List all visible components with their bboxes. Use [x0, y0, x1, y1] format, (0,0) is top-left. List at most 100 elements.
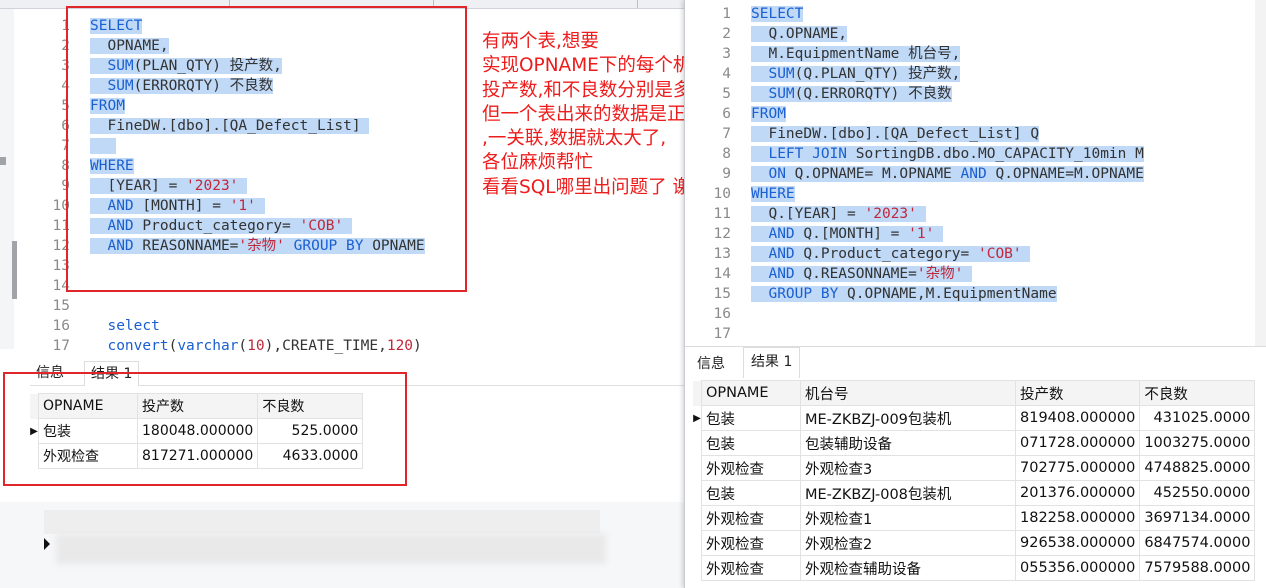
code-token: AND [751, 266, 795, 282]
code-token: FROM [751, 106, 786, 122]
line-number: 3 [722, 46, 731, 62]
editor-tab-3[interactable] [437, 0, 638, 8]
column-header[interactable]: 不良数 [1139, 380, 1256, 406]
current-row-arrow-icon: ▶ [693, 412, 701, 424]
code-token [916, 206, 926, 222]
line-number: 11 [52, 218, 70, 234]
code-token: Q.OPNAME, [751, 26, 848, 42]
line-number: 13 [52, 258, 70, 274]
row-indicator [693, 556, 702, 581]
grid-cell[interactable]: 外观检查 [701, 530, 801, 556]
grid-cell[interactable]: 4748825.0000 [1139, 455, 1256, 481]
code-line: M.EquipmentName 机台号, [751, 44, 961, 64]
line-number: 7 [61, 138, 70, 154]
code-line: Q.OPNAME, [751, 24, 848, 44]
line-number: 2 [61, 38, 70, 54]
code-token: select [90, 318, 160, 334]
grid-cell[interactable]: 7579588.0000 [1139, 555, 1256, 581]
blurred-row [56, 534, 606, 564]
code-token: 10 [247, 338, 265, 354]
grid-cell[interactable]: 外观检查辅助设备 [800, 555, 1016, 581]
table-row[interactable]: 外观检查 外观检查辅助设备 055356.000000 7579588.0000 [693, 555, 1256, 581]
line-number: 2 [722, 26, 731, 42]
grid-cell[interactable]: 182258.000000 [1014, 505, 1141, 531]
grid-cell[interactable]: 3697134.0000 [1139, 505, 1256, 531]
code-token: AND [960, 166, 987, 182]
grid-cell[interactable]: 926538.000000 [1014, 530, 1141, 556]
code-token: ON [751, 166, 786, 182]
grid-cell[interactable]: 包装 [701, 480, 801, 506]
grid-cell[interactable]: 包装辅助设备 [800, 430, 1016, 456]
grid-cell[interactable]: 外观检查3 [800, 455, 1016, 481]
grid-cell[interactable]: 外观检查 [701, 555, 801, 581]
column-header[interactable]: 投产数 [1014, 380, 1141, 406]
line-number: 11 [713, 206, 731, 222]
code-token: Q.OPNAME=M.OPNAME [986, 166, 1144, 182]
vertical-scrollbar[interactable] [1255, 0, 1266, 346]
code-line: FineDW.[dbo].[QA_Defect_List] Q [751, 124, 1040, 144]
table-row[interactable]: 包装 ME-ZKBZJ-008包装机 201376.000000 452550.000… [693, 480, 1256, 506]
row-indicator-icon [44, 538, 50, 550]
background-window-blurred [0, 502, 684, 588]
code-token: Q.[YEAR] = [751, 206, 865, 222]
grid-cell[interactable]: 055356.000000 [1014, 555, 1141, 581]
line-number: 6 [722, 106, 731, 122]
table-row[interactable]: 外观检查 外观检查2 926538.000000 6847574.0000 [693, 530, 1256, 556]
code-token: ( [238, 338, 248, 354]
tab-result-1[interactable]: 结果 1 [743, 347, 801, 378]
grid-cell[interactable]: 702775.000000 [1014, 455, 1141, 481]
line-number: 15 [52, 298, 70, 314]
annotation-note: 有两个表,想要 实现OPNAME下的每个机台号 投产数,和不良数分别是多少, 但… [482, 31, 684, 198]
code-token: ( [168, 338, 178, 354]
grid-cell[interactable]: ME-ZKBZJ-009包装机 [800, 405, 1016, 431]
line-number: 5 [61, 98, 70, 114]
line-number: 14 [713, 266, 731, 282]
row-indicator [693, 456, 702, 481]
line-number: 1 [61, 18, 70, 34]
grid-cell[interactable]: 包装 [701, 430, 801, 456]
line-number: 13 [713, 246, 731, 262]
grid-cell[interactable]: 819408.000000 [1014, 405, 1141, 431]
grid-cell[interactable]: 452550.0000 [1139, 480, 1256, 506]
grid-cell[interactable]: 包装 [701, 405, 801, 431]
code-line: SELECT [751, 4, 804, 24]
grid-cell[interactable]: 1003275.0000 [1139, 430, 1256, 456]
table-row[interactable]: ▶ 包装 ME-ZKBZJ-009包装机 819408.000000 431025.00… [693, 405, 1256, 431]
tab-info[interactable]: 信息 [697, 352, 725, 376]
code-token [934, 226, 944, 242]
table-row[interactable]: 外观检查 外观检查1 182258.000000 3697134.0000 [693, 505, 1256, 531]
code-line: convert(varchar(10),CREATE_TIME,120) [90, 336, 421, 356]
right-results-grid[interactable]: OPNAME 机台号 投产数 不良数 ▶ 包装 ME-ZKBZJ-009包装机 819408.… [693, 380, 1256, 581]
grid-cell[interactable]: ME-ZKBZJ-008包装机 [800, 480, 1016, 506]
grid-cell[interactable]: 外观检查1 [800, 505, 1016, 531]
grid-cell[interactable]: 071728.000000 [1014, 430, 1141, 456]
grid-cell[interactable]: 外观检查2 [800, 530, 1016, 556]
column-header[interactable]: OPNAME [701, 380, 801, 406]
row-indicator [693, 531, 702, 556]
line-number: 4 [722, 66, 731, 82]
line-number: 3 [61, 58, 70, 74]
code-token: Q.OPNAME,M.EquipmentName [838, 286, 1057, 302]
right-sql-editor[interactable]: 1 SELECT 2 Q.OPNAME, 3 M.EquipmentName 机台号,… [685, 4, 1255, 344]
grid-cell[interactable]: 外观检查 [701, 455, 801, 481]
table-row[interactable]: 外观检查 外观检查3 702775.000000 4748825.0000 [693, 455, 1256, 481]
code-token: varchar [177, 338, 239, 354]
grid-header-row: OPNAME 机台号 投产数 不良数 [693, 380, 1256, 406]
code-token: Q.OPNAME= M.OPNAME [785, 166, 961, 182]
line-number: 17 [713, 326, 731, 342]
code-token: '杂物' [916, 266, 964, 282]
code-token: SortingDB.dbo.MO_CAPACITY_10min M [847, 146, 1144, 162]
grid-cell[interactable]: 6847574.0000 [1139, 530, 1256, 556]
code-token: 'COB' [977, 246, 1022, 262]
row-indicator [693, 506, 702, 531]
code-token: (Q.PLAN_QTY) 投产数, [794, 66, 961, 82]
code-line: LEFT JOIN SortingDB.dbo.MO_CAPACITY_10mi… [751, 144, 1144, 164]
column-header[interactable]: 机台号 [800, 380, 1016, 406]
table-row[interactable]: 包装 包装辅助设备 071728.000000 1003275.0000 [693, 430, 1256, 456]
row-indicator [693, 431, 702, 456]
grid-cell[interactable]: 201376.000000 [1014, 480, 1141, 506]
line-number: 12 [52, 238, 70, 254]
grid-cell[interactable]: 431025.0000 [1139, 405, 1256, 431]
grid-cell[interactable]: 外观检查 [701, 505, 801, 531]
line-number: 16 [52, 318, 70, 334]
